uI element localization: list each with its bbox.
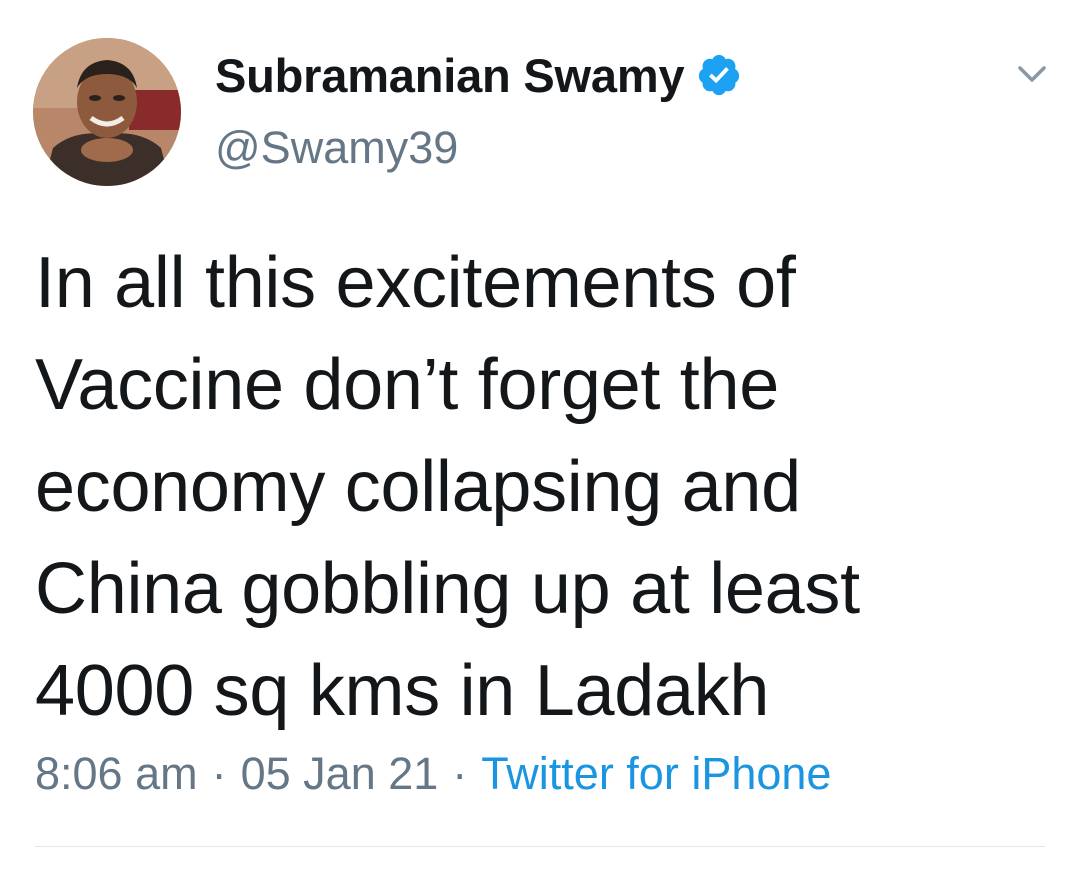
display-name[interactable]: Subramanian Swamy: [215, 48, 685, 103]
handle[interactable]: @Swamy39: [215, 122, 742, 174]
tweet-card: Subramanian Swamy @Swamy39 In all this e…: [0, 0, 1080, 871]
tweet-source-link[interactable]: Twitter for iPhone: [481, 748, 831, 800]
meta-separator: ·: [211, 748, 227, 799]
verified-badge-icon: [696, 52, 742, 98]
tweet-time[interactable]: 8:06 am: [35, 748, 198, 800]
divider: [35, 846, 1045, 847]
meta-separator: ·: [452, 748, 468, 799]
author-block[interactable]: Subramanian Swamy @Swamy39: [215, 44, 742, 174]
name-row: Subramanian Swamy: [215, 44, 742, 106]
tweet-text: In all this excitements of Vaccine don’t…: [35, 243, 860, 731]
tweet-date[interactable]: 05 Jan 21: [241, 748, 439, 800]
avatar-photo: [33, 38, 181, 186]
chevron-down-icon[interactable]: [1012, 60, 1052, 90]
tweet-meta: 8:06 am · 05 Jan 21 · Twitter for iPhone: [35, 748, 831, 800]
avatar[interactable]: [33, 38, 181, 186]
